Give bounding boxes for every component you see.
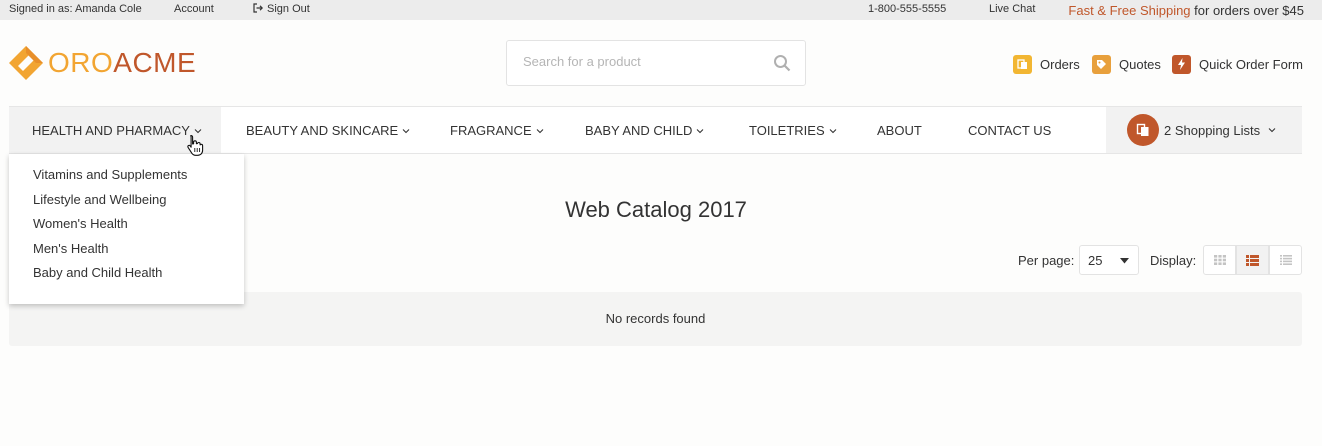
quick-order-form-label: Quick Order Form <box>1199 56 1304 72</box>
logo-text: OROACME <box>48 49 196 77</box>
chevron-down-icon <box>402 128 410 133</box>
account-link[interactable]: Account <box>174 3 214 15</box>
nav-item-label: BEAUTY AND SKINCARE <box>246 122 399 138</box>
shipping-promo-link[interactable]: Fast & Free Shipping <box>1068 3 1190 18</box>
sign-out-link[interactable]: Sign Out <box>253 3 310 15</box>
grid-view-button[interactable] <box>1203 245 1236 275</box>
dropdown-item-lifestyle-and-wellbeing[interactable]: Lifestyle and Wellbeing <box>9 192 244 218</box>
compact-view-button[interactable] <box>1269 245 1302 275</box>
search-box <box>506 40 806 86</box>
display-label: Display: <box>1150 253 1197 268</box>
live-chat-link[interactable]: Live Chat <box>989 3 1035 15</box>
lightning-icon <box>1172 54 1191 74</box>
logo-text-acme: ACME <box>113 47 197 78</box>
nav-item-about[interactable]: ABOUT <box>877 107 922 153</box>
tag-icon <box>1092 54 1111 74</box>
grid-view-icon <box>1213 255 1226 265</box>
nav-item-label: FRAGRANCE <box>450 122 532 138</box>
per-page-label: Per page: <box>1018 253 1075 268</box>
orders-link[interactable]: Orders <box>1013 54 1080 74</box>
shopping-list-icon <box>1127 114 1159 146</box>
health-and-pharmacy-dropdown: Vitamins and Supplements Lifestyle and W… <box>9 154 244 304</box>
nav-item-contact-us[interactable]: CONTACT US <box>968 107 1051 153</box>
shopping-lists-label: 2 Shopping Lists <box>1164 122 1261 138</box>
nav-item-fragrance[interactable]: FRAGRANCE <box>450 107 544 153</box>
dropdown-item-mens-health[interactable]: Men's Health <box>9 241 244 267</box>
list-view-icon <box>1246 254 1259 266</box>
chevron-down-icon <box>829 128 837 133</box>
shipping-promo: Fast & Free Shipping for orders over $45 <box>1068 3 1304 18</box>
dropdown-item-baby-and-child-health[interactable]: Baby and Child Health <box>9 266 244 291</box>
search-icon[interactable] <box>773 54 791 72</box>
quick-order-form-link[interactable]: Quick Order Form <box>1172 54 1303 74</box>
nav-item-baby-and-child[interactable]: BABY AND CHILD <box>585 107 704 153</box>
shopping-lists-button[interactable]: 2 Shopping Lists <box>1106 107 1302 153</box>
nav-item-label: BABY AND CHILD <box>585 122 693 138</box>
logo-text-oro: ORO <box>48 47 114 78</box>
quotes-link[interactable]: Quotes <box>1092 54 1161 74</box>
compact-list-icon <box>1279 255 1292 265</box>
chevron-down-icon <box>536 128 544 133</box>
logo-mark-icon <box>9 46 43 80</box>
logo[interactable]: OROACME <box>9 46 196 80</box>
nav-item-label: CONTACT US <box>968 122 1052 138</box>
nav-item-label: HEALTH AND PHARMACY <box>32 122 190 138</box>
phone-number: 1-800-555-5555 <box>868 3 947 15</box>
nav-item-label: ABOUT <box>877 122 922 138</box>
nav-item-label: TOILETRIES <box>749 122 825 138</box>
chevron-down-icon <box>194 128 202 133</box>
search-input[interactable] <box>523 54 763 69</box>
nav-item-toiletries[interactable]: TOILETRIES <box>749 107 837 153</box>
hand-cursor-icon <box>187 134 204 156</box>
top-bar: Signed in as: Amanda Cole Account Sign O… <box>0 0 1322 20</box>
per-page-value: 25 <box>1088 253 1103 268</box>
dropdown-item-womens-health[interactable]: Women's Health <box>9 217 244 242</box>
nav-item-beauty-and-skincare[interactable]: BEAUTY AND SKINCARE <box>246 107 410 153</box>
sign-out-icon <box>253 3 264 13</box>
sign-out-label: Sign Out <box>267 3 310 15</box>
list-view-button[interactable] <box>1236 245 1269 275</box>
orders-label: Orders <box>1040 56 1080 72</box>
quotes-label: Quotes <box>1119 56 1161 72</box>
per-page-select[interactable]: 25 <box>1079 245 1139 275</box>
shipping-promo-text: for orders over $45 <box>1190 3 1304 18</box>
caret-down-icon <box>1120 258 1129 264</box>
orders-icon <box>1013 54 1032 74</box>
chevron-down-icon <box>697 128 704 133</box>
chevron-down-icon <box>1268 128 1276 133</box>
signed-in-text: Signed in as: Amanda Cole <box>9 3 142 15</box>
dropdown-item-vitamins-and-supplements[interactable]: Vitamins and Supplements <box>9 168 244 193</box>
